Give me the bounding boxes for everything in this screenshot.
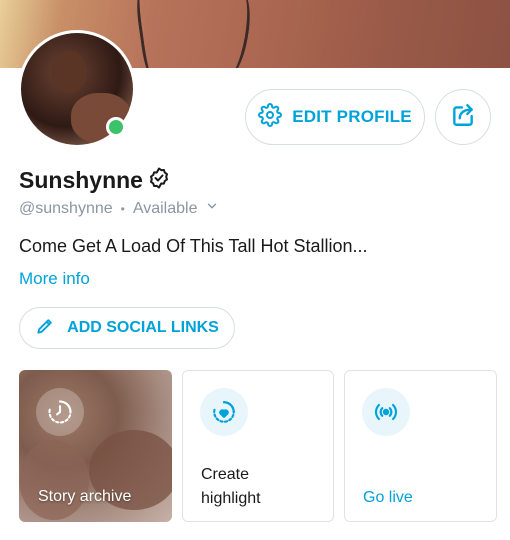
cover-detail xyxy=(210,0,256,68)
cover-detail xyxy=(133,0,165,68)
add-social-links-button[interactable]: ADD SOCIAL LINKS xyxy=(19,307,235,349)
profile-bio: Come Get A Load Of This Tall Hot Stallio… xyxy=(19,236,368,256)
heart-icon xyxy=(200,388,248,436)
separator: • xyxy=(120,201,125,216)
create-highlight-card[interactable]: Create highlight xyxy=(182,370,334,522)
share-profile-button[interactable] xyxy=(435,89,491,145)
story-archive-card[interactable]: Story archive xyxy=(19,370,172,522)
online-status-dot xyxy=(106,117,126,137)
more-info-link[interactable]: More info xyxy=(19,269,90,289)
add-social-links-label: ADD SOCIAL LINKS xyxy=(67,319,219,336)
go-live-card[interactable]: Go live xyxy=(344,370,497,522)
story-archive-label: Story archive xyxy=(38,488,132,505)
go-live-label: Go live xyxy=(363,489,413,506)
chevron-down-icon[interactable] xyxy=(205,199,219,218)
verified-icon xyxy=(147,166,171,195)
broadcast-icon xyxy=(362,388,410,436)
edit-profile-label: EDIT PROFILE xyxy=(292,107,412,126)
gear-icon xyxy=(258,102,283,132)
create-highlight-label: Create highlight xyxy=(201,466,261,507)
profile-name: Sunshynne xyxy=(19,167,143,193)
profile-name-row: Sunshynne xyxy=(19,166,171,195)
share-icon xyxy=(450,102,476,133)
archive-thumbnail xyxy=(19,440,89,520)
handle-row: @sunshynne • Available xyxy=(19,199,219,218)
pencil-icon xyxy=(35,316,55,341)
clock-icon xyxy=(36,388,84,436)
edit-profile-button[interactable]: EDIT PROFILE xyxy=(245,89,425,145)
profile-handle: @sunshynne xyxy=(19,199,113,217)
availability-status[interactable]: Available xyxy=(133,200,198,218)
